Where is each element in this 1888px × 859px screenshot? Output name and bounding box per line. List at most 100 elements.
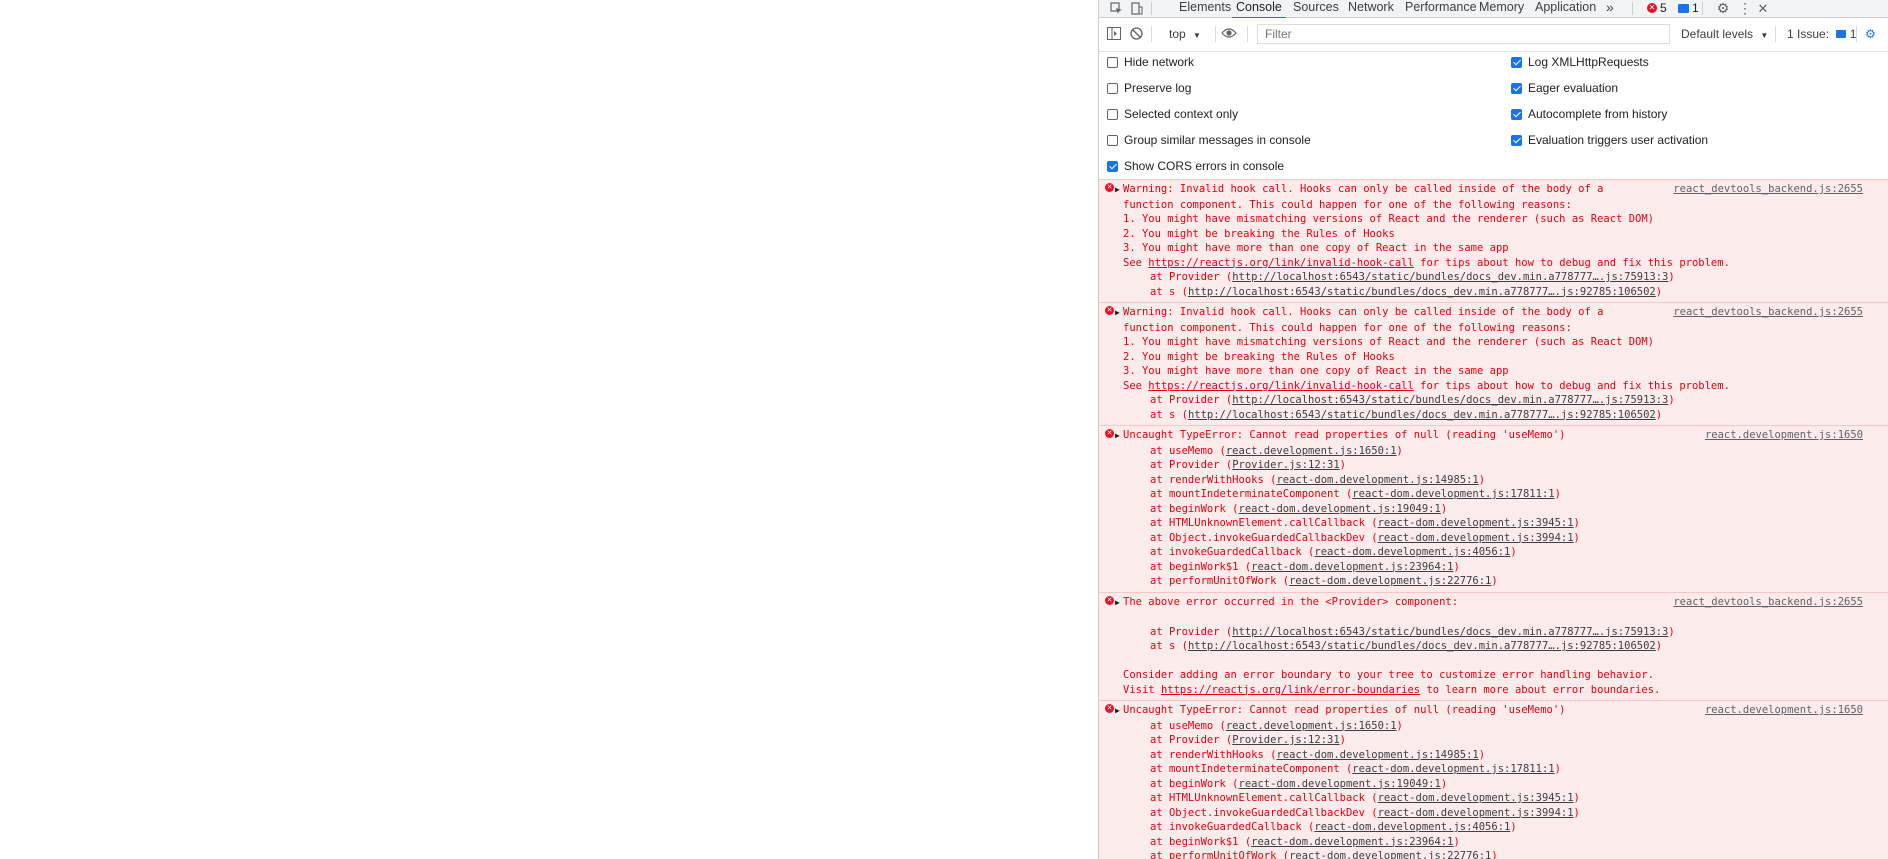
- stack-frame: at useMemo (react.development.js:1650:1): [1099, 444, 1888, 459]
- preserve-log-checkbox[interactable]: Preserve log: [1107, 80, 1191, 96]
- stack-frame-link[interactable]: react-dom.development.js:22776:1: [1289, 850, 1491, 859]
- stack-frame-link[interactable]: react-dom.development.js:22776:1: [1289, 575, 1491, 587]
- autocomplete-checkbox[interactable]: Autocomplete from history: [1511, 106, 1667, 122]
- console-error-message: ✕ react_devtools_backend.js:2655 ▶ Warning:…: [1099, 179, 1888, 302]
- stack-frame-text: at beginWork (: [1150, 777, 1239, 790]
- stack-frame-text: at Provider (: [1150, 459, 1233, 471]
- message-source-link[interactable]: react_devtools_backend.js:2655: [1673, 305, 1863, 320]
- gear-icon[interactable]: ⚙: [1714, 0, 1732, 17]
- stack-frame-link[interactable]: http://localhost:6543/static/bundles/doc…: [1232, 271, 1668, 283]
- toolbar-divider: [1775, 26, 1776, 42]
- message-count-badge[interactable]: 1: [1678, 0, 1699, 16]
- stack-frame-link[interactable]: react-dom.development.js:17811:1: [1352, 488, 1554, 500]
- stack-frame-link[interactable]: react-dom.development.js:17811:1: [1352, 763, 1554, 775]
- stack-frame-link[interactable]: react.development.js:1650:1: [1226, 720, 1397, 732]
- selected-context-checkbox[interactable]: Selected context only: [1107, 106, 1238, 122]
- devtools-tabbar: Elements Console Sources Network Perform…: [1099, 0, 1888, 19]
- clear-console-icon[interactable]: [1130, 27, 1143, 43]
- stack-frame-link[interactable]: Provider.js:12:31: [1232, 734, 1339, 746]
- stack-frame-link[interactable]: http://localhost:6543/static/bundles/doc…: [1188, 286, 1656, 298]
- stack-frame-link[interactable]: react-dom.development.js:19049:1: [1239, 778, 1441, 790]
- eval-triggers-checkbox[interactable]: Evaluation triggers user activation: [1511, 132, 1708, 148]
- stack-frame-link[interactable]: react-dom.development.js:3945:1: [1378, 792, 1574, 804]
- docs-link[interactable]: https://reactjs.org/link/error-boundarie…: [1161, 684, 1420, 696]
- message-source-link[interactable]: react_devtools_backend.js:2655: [1673, 595, 1863, 610]
- expand-triangle-icon[interactable]: ▶: [1115, 306, 1123, 321]
- expand-triangle-icon[interactable]: ▶: [1115, 596, 1123, 611]
- filter-input[interactable]: [1257, 24, 1670, 44]
- settings-icon[interactable]: ⚙: [1865, 27, 1876, 41]
- docs-link[interactable]: https://reactjs.org/link/invalid-hook-ca…: [1148, 380, 1414, 392]
- stack-frame-text: at s (: [1150, 408, 1188, 421]
- kebab-menu-icon[interactable]: ⋮: [1736, 0, 1754, 17]
- tab-network[interactable]: Network: [1348, 0, 1394, 17]
- message-text: for tips about how to debug and fix this…: [1413, 256, 1730, 269]
- eye-icon[interactable]: [1221, 26, 1237, 43]
- tab-application[interactable]: Application: [1535, 0, 1596, 17]
- tab-console[interactable]: Console: [1232, 0, 1286, 19]
- toolbar-divider: [1247, 26, 1248, 42]
- docs-link[interactable]: https://reactjs.org/link/invalid-hook-ca…: [1148, 257, 1414, 269]
- stack-frame: at beginWork$1 (react-dom.development.js…: [1099, 835, 1888, 850]
- tab-elements[interactable]: Elements: [1179, 0, 1231, 17]
- stack-frame-text: ): [1554, 763, 1561, 775]
- stack-frame-link[interactable]: http://localhost:6543/static/bundles/doc…: [1188, 409, 1656, 421]
- message-text: 2. You might be breaking the Rules of Ho…: [1123, 227, 1395, 240]
- log-levels-dropdown[interactable]: Default levels ▼: [1681, 27, 1768, 41]
- message-source-link[interactable]: react.development.js:1650: [1705, 703, 1863, 718]
- message-see-line: See https://reactjs.org/link/invalid-hoo…: [1099, 379, 1888, 394]
- stack-frame-text: at Provider (: [1150, 625, 1233, 638]
- tabbar-divider: [1702, 2, 1703, 15]
- expand-triangle-icon[interactable]: ▶: [1115, 183, 1123, 198]
- hide-network-checkbox[interactable]: Hide network: [1107, 54, 1194, 70]
- context-selector[interactable]: top ▼: [1169, 27, 1201, 41]
- show-cors-checkbox[interactable]: Show CORS errors in console: [1107, 158, 1284, 174]
- stack-frame-link[interactable]: Provider.js:12:31: [1232, 459, 1339, 471]
- issues-button[interactable]: 1 Issue: 1: [1787, 27, 1856, 41]
- stack-frame-link[interactable]: react-dom.development.js:23964:1: [1251, 836, 1453, 848]
- error-count-badge[interactable]: ✕ 5: [1647, 0, 1667, 16]
- tab-performance[interactable]: Performance: [1405, 0, 1477, 17]
- stack-frame: at performUnitOfWork (react-dom.developm…: [1099, 574, 1888, 589]
- stack-frame-text: ): [1573, 531, 1580, 544]
- stack-frame-link[interactable]: react-dom.development.js:14985:1: [1276, 474, 1478, 486]
- message-source-link[interactable]: react.development.js:1650: [1705, 428, 1863, 443]
- stack-frame: at mountIndeterminateComponent (react-do…: [1099, 762, 1888, 777]
- close-icon[interactable]: ✕: [1754, 0, 1772, 17]
- stack-frame-link[interactable]: http://localhost:6543/static/bundles/doc…: [1232, 626, 1668, 638]
- message-text: 1. You might have mismatching versions o…: [1123, 213, 1655, 225]
- tab-sources[interactable]: Sources: [1293, 0, 1339, 17]
- tab-memory[interactable]: Memory: [1479, 0, 1524, 17]
- message-source-link[interactable]: react_devtools_backend.js:2655: [1673, 182, 1863, 197]
- stack-frame-link[interactable]: react-dom.development.js:19049:1: [1239, 503, 1441, 515]
- expand-triangle-icon[interactable]: ▶: [1115, 429, 1123, 444]
- console-messages: ✕ react_devtools_backend.js:2655 ▶ Warning:…: [1099, 179, 1888, 859]
- device-toolbar-icon[interactable]: [1127, 0, 1145, 17]
- stack-frame-text: ): [1478, 748, 1486, 761]
- eager-eval-checkbox[interactable]: Eager evaluation: [1511, 80, 1618, 96]
- log-xhr-checkbox[interactable]: Log XMLHttpRequests: [1511, 54, 1649, 70]
- stack-frame-link[interactable]: http://localhost:6543/static/bundles/doc…: [1232, 394, 1668, 406]
- message-text: for tips about how to debug and fix this…: [1413, 379, 1730, 392]
- expand-triangle-icon[interactable]: ▶: [1115, 704, 1123, 719]
- toolbar-divider: [1151, 26, 1152, 42]
- stack-frame-link[interactable]: react-dom.development.js:4056:1: [1314, 821, 1510, 833]
- inspect-element-icon[interactable]: [1107, 0, 1125, 17]
- more-tabs-button[interactable]: »: [1606, 0, 1614, 17]
- stack-frame-link[interactable]: http://localhost:6543/static/bundles/doc…: [1188, 640, 1656, 652]
- stack-frame-link[interactable]: react.development.js:1650:1: [1226, 445, 1397, 457]
- error-icon: ✕: [1105, 306, 1114, 315]
- stack-frame-text: at Provider (: [1150, 394, 1233, 406]
- message-text: 3. You might have more than one copy of …: [1123, 365, 1509, 377]
- stack-frame: at useMemo (react.development.js:1650:1): [1099, 719, 1888, 734]
- stack-frame-text: ): [1440, 777, 1448, 790]
- stack-frame-link[interactable]: react-dom.development.js:14985:1: [1276, 749, 1478, 761]
- stack-frame-link[interactable]: react-dom.development.js:23964:1: [1251, 561, 1453, 573]
- sidebar-toggle-icon[interactable]: [1107, 27, 1121, 43]
- stack-frame-text: at mountIndeterminateComponent (: [1150, 488, 1353, 500]
- stack-frame-link[interactable]: react-dom.development.js:3994:1: [1378, 532, 1574, 544]
- stack-frame-link[interactable]: react-dom.development.js:4056:1: [1314, 546, 1510, 558]
- stack-frame-link[interactable]: react-dom.development.js:3994:1: [1378, 807, 1574, 819]
- stack-frame-link[interactable]: react-dom.development.js:3945:1: [1378, 517, 1574, 529]
- group-similar-checkbox[interactable]: Group similar messages in console: [1107, 132, 1311, 148]
